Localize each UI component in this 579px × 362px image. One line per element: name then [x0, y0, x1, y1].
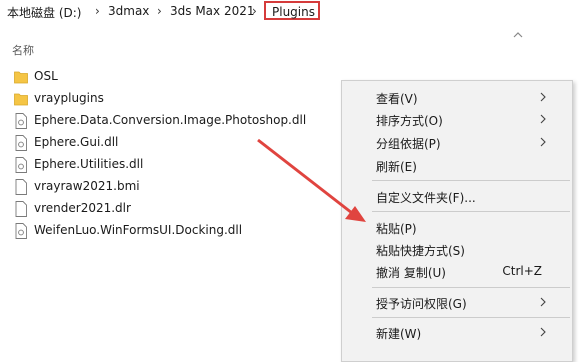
- menu-divider: [372, 211, 570, 212]
- menu-item-label: 刷新(E): [376, 160, 417, 174]
- file-icon: [15, 201, 27, 217]
- menu-divider: [372, 317, 570, 318]
- breadcrumb-item-current[interactable]: Plugins: [264, 1, 320, 20]
- breadcrumb-current-label: Plugins: [272, 5, 315, 19]
- menu-item-label: 授予访问权限(G): [376, 297, 467, 311]
- chevron-right-icon[interactable]: ›: [252, 4, 257, 18]
- file-name: Ephere.Gui.dll: [34, 135, 119, 149]
- menu-item-paste-shortcut[interactable]: 粘贴快捷方式(S): [342, 238, 572, 260]
- folder-icon: [14, 71, 28, 84]
- file-name: Ephere.Data.Conversion.Image.Photoshop.d…: [34, 113, 307, 127]
- chevron-right-icon: [540, 114, 546, 124]
- list-item[interactable]: Ephere.Utilities.dll: [14, 154, 334, 176]
- list-item[interactable]: vrayplugins: [14, 88, 334, 110]
- dll-file-icon: [15, 135, 27, 151]
- menu-item-label: 粘贴(P): [376, 222, 417, 236]
- menu-item-label: 新建(W): [376, 327, 422, 341]
- chevron-right-icon: [540, 327, 546, 337]
- chevron-right-icon[interactable]: ›: [157, 4, 162, 18]
- context-menu: 查看(V) 排序方式(O) 分组依据(P) 刷新(E) 自定义文件夹(F)...…: [341, 80, 573, 362]
- file-name: vrayplugins: [34, 91, 104, 105]
- menu-item-label: 查看(V): [376, 92, 418, 106]
- file-icon: [15, 179, 27, 195]
- menu-item-new[interactable]: 新建(W): [342, 321, 572, 343]
- menu-item-label: 撤消 复制(U): [376, 266, 446, 280]
- menu-item-sort-by[interactable]: 排序方式(O): [342, 108, 572, 130]
- breadcrumb: 本地磁盘 (D:) › 3dmax › 3ds Max 2021 › Plugi…: [0, 0, 579, 24]
- menu-item-label: 分组依据(P): [376, 137, 441, 151]
- file-name: OSL: [34, 69, 58, 83]
- list-item[interactable]: Ephere.Data.Conversion.Image.Photoshop.d…: [14, 110, 334, 132]
- dll-file-icon: [15, 223, 27, 239]
- file-name: Ephere.Utilities.dll: [34, 157, 144, 171]
- breadcrumb-item-drive[interactable]: 本地磁盘 (D:): [7, 4, 81, 21]
- chevron-right-icon: [540, 137, 546, 147]
- dll-file-icon: [15, 113, 27, 129]
- list-item[interactable]: vrender2021.dlr: [14, 198, 334, 220]
- menu-item-customize-folder[interactable]: 自定义文件夹(F)...: [342, 185, 572, 207]
- file-name: vrayraw2021.bmi: [34, 179, 140, 193]
- file-name: WeifenLuo.WinFormsUI.Docking.dll: [34, 223, 243, 237]
- list-item[interactable]: Ephere.Gui.dll: [14, 132, 334, 154]
- menu-item-give-access[interactable]: 授予访问权限(G): [342, 291, 572, 313]
- list-item[interactable]: vrayraw2021.bmi: [14, 176, 334, 198]
- file-name: vrender2021.dlr: [34, 201, 131, 215]
- menu-item-label: 排序方式(O): [376, 114, 443, 128]
- menu-item-undo-copy[interactable]: 撤消 复制(U) Ctrl+Z: [342, 260, 572, 282]
- breadcrumb-item-3dmax[interactable]: 3dmax: [108, 4, 149, 18]
- folder-icon: [14, 93, 28, 106]
- list-item[interactable]: WeifenLuo.WinFormsUI.Docking.dll: [14, 220, 334, 242]
- breadcrumb-item-3dsmax2021[interactable]: 3ds Max 2021: [170, 4, 254, 18]
- column-header-name[interactable]: 名称: [12, 42, 34, 58]
- menu-item-group-by[interactable]: 分组依据(P): [342, 131, 572, 153]
- menu-divider: [372, 180, 570, 181]
- menu-item-shortcut: Ctrl+Z: [502, 264, 542, 278]
- chevron-right-icon: [540, 297, 546, 307]
- menu-item-label: 自定义文件夹(F)...: [376, 191, 476, 205]
- dll-file-icon: [15, 157, 27, 173]
- menu-divider: [372, 287, 570, 288]
- menu-item-refresh[interactable]: 刷新(E): [342, 154, 572, 176]
- chevron-right-icon[interactable]: ›: [95, 4, 100, 18]
- chevron-right-icon: [540, 92, 546, 102]
- menu-item-paste[interactable]: 粘贴(P): [342, 216, 572, 238]
- list-item[interactable]: OSL: [14, 66, 334, 88]
- sort-chevron-up-icon[interactable]: [512, 30, 524, 40]
- menu-item-view[interactable]: 查看(V): [342, 86, 572, 108]
- menu-item-label: 粘贴快捷方式(S): [376, 244, 465, 258]
